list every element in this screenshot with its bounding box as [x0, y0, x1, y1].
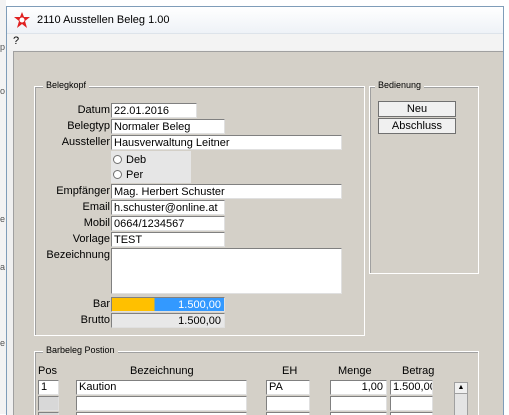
col-header-betrag: Betrag — [402, 365, 435, 377]
scroll-up-button[interactable]: ▲ — [454, 382, 468, 394]
email-label: Email — [82, 201, 110, 213]
row1-betrag[interactable]: 1.500,00 — [390, 380, 433, 395]
belegtyp-field[interactable]: Normaler Beleg — [111, 119, 225, 134]
bedienung-legend: Bedienung — [375, 80, 425, 90]
row2-pos[interactable] — [38, 396, 59, 411]
col-header-menge: Menge — [338, 365, 372, 377]
belegtyp-label: Belegtyp — [67, 120, 110, 132]
row1-eh[interactable]: PA — [266, 380, 310, 395]
background-text: e — [0, 338, 6, 348]
background-text: p — [0, 42, 6, 52]
bar-field[interactable]: 1.500,00 — [111, 297, 225, 312]
aussteller-label: Aussteller — [61, 136, 110, 148]
radio-deb[interactable]: Deb — [113, 153, 146, 166]
empfaenger-field[interactable]: Mag. Herbert Schuster — [111, 184, 342, 199]
row2-eh[interactable] — [266, 396, 310, 411]
radio-deb-label: Deb — [126, 153, 147, 166]
abschluss-button[interactable]: Abschluss — [378, 118, 456, 134]
neu-button[interactable]: Neu — [378, 101, 456, 117]
vorlage-label: Vorlage — [72, 233, 110, 245]
mobil-label: Mobil — [83, 217, 110, 229]
belegkopf-legend: Belegkopf — [43, 80, 90, 90]
datum-label: Datum — [77, 104, 110, 116]
row1-bezeichnung[interactable]: Kaution — [76, 380, 247, 395]
brutto-label: Brutto — [80, 314, 110, 326]
radio-icon — [113, 170, 122, 179]
beleg-window: 2110 Ausstellen Beleg 1.00 ? Belegkopf D… — [6, 6, 504, 415]
col-header-eh: EH — [282, 365, 298, 377]
col-header-pos: Pos — [38, 365, 57, 377]
col-header-bezeichnung: Bezeichnung — [130, 365, 194, 377]
title-bar[interactable]: 2110 Ausstellen Beleg 1.00 — [7, 7, 503, 34]
menu-help[interactable]: ? — [13, 35, 19, 47]
background-text: o — [0, 86, 6, 96]
mobil-field[interactable]: 0664/1234567 — [111, 216, 225, 231]
background-text: a — [0, 262, 6, 272]
radio-per-label: Per — [126, 168, 144, 181]
row1-menge[interactable]: 1,00 — [330, 380, 387, 395]
row2-betrag[interactable] — [390, 396, 433, 411]
radio-per[interactable]: Per — [113, 168, 143, 181]
form-area: Belegkopf Datum 22.01.2016 Belegtyp Norm… — [13, 51, 503, 415]
arrow-up-icon: ▲ — [457, 384, 465, 391]
radio-icon — [113, 155, 122, 164]
app-icon — [14, 12, 30, 28]
background-text: e — [0, 214, 6, 224]
email-field[interactable]: h.schuster@online.at — [111, 200, 225, 215]
menu-bar: ? — [7, 34, 503, 50]
vorlage-field[interactable]: TEST — [111, 232, 225, 247]
row2-bezeichnung[interactable] — [76, 396, 247, 411]
brutto-field: 1.500,00 — [111, 313, 225, 328]
positionen-legend: Barbeleg Postion — [43, 345, 118, 355]
aussteller-field[interactable]: Hausverwaltung Leitner — [111, 135, 342, 150]
scrollbar-track[interactable] — [454, 394, 468, 415]
datum-field[interactable]: 22.01.2016 — [111, 103, 197, 118]
bezeichnung-label: Bezeichnung — [46, 249, 110, 261]
empfaenger-label: Empfänger — [56, 185, 110, 197]
window-title: 2110 Ausstellen Beleg 1.00 — [37, 14, 170, 26]
row2-menge[interactable] — [330, 396, 387, 411]
deb-per-radio-group: Deb Per — [111, 151, 191, 183]
bar-label: Bar — [92, 298, 110, 310]
row1-pos[interactable]: 1 — [38, 380, 59, 395]
bezeichnung-field[interactable] — [111, 248, 342, 294]
